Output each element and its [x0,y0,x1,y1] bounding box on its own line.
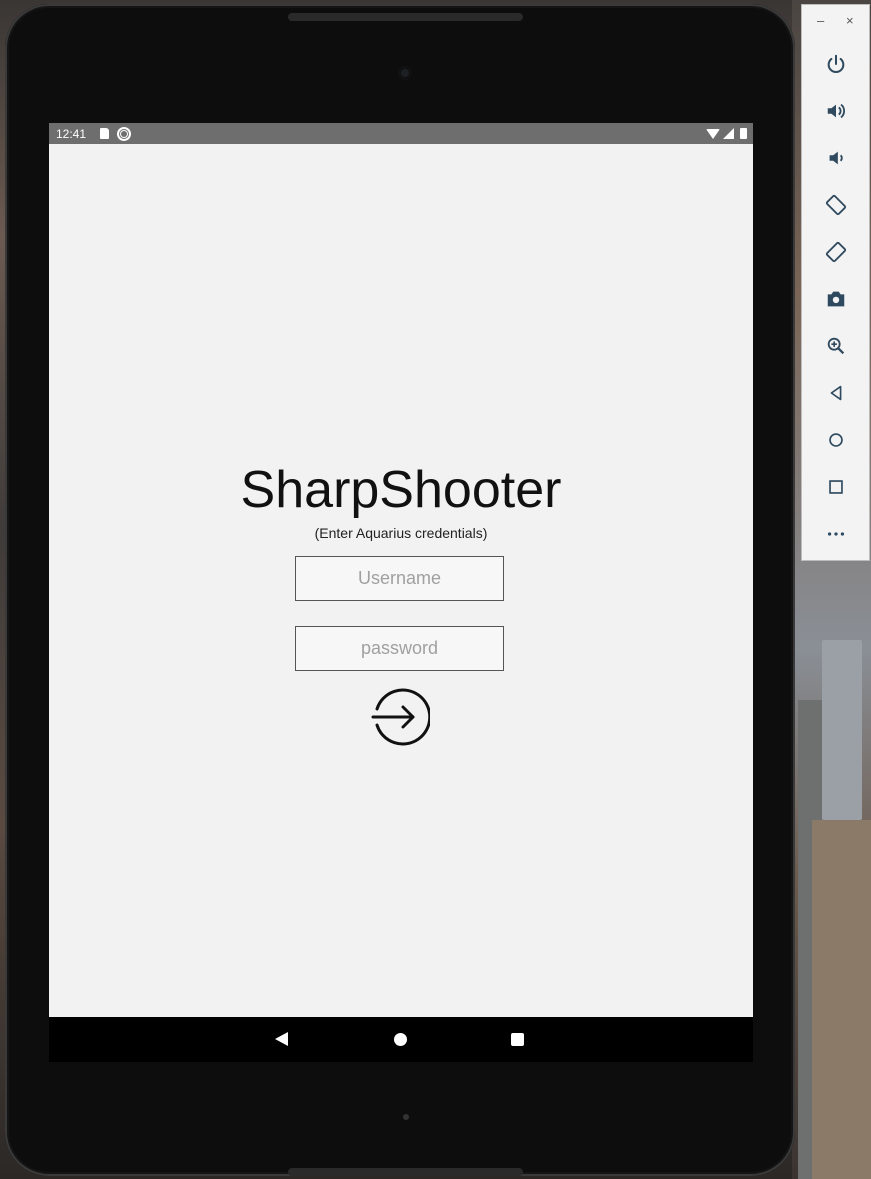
home-icon[interactable] [394,1033,407,1046]
sync-icon [117,126,132,141]
status-time: 12:41 [56,126,87,141]
device-screen: 12:41 SharpShooter (Enter Aquarius crede… [49,123,753,1062]
login-arrow-icon [371,688,432,746]
background-building [822,640,862,820]
status-bar: 12:41 [49,123,753,144]
front-camera [398,66,412,80]
password-field[interactable] [295,626,504,671]
speaker-slot [288,1168,523,1176]
zoom-icon[interactable] [824,334,848,358]
status-icons [706,128,747,139]
emulator-toolbar: – × [801,4,870,561]
cell-signal-icon [723,128,734,139]
app-subtitle: (Enter Aquarius credentials) [314,525,488,541]
recents-icon[interactable] [511,1033,524,1046]
sensor-dot [403,1114,409,1120]
minimize-button[interactable]: – [817,13,824,28]
home-icon[interactable] [824,428,848,452]
volume-down-icon[interactable] [824,146,848,170]
close-button[interactable]: × [846,13,854,28]
back-icon[interactable] [275,1032,288,1046]
rotate-right-icon[interactable] [824,240,848,264]
login-button[interactable] [370,687,432,747]
volume-up-icon[interactable] [824,99,848,123]
background-building [812,820,871,1179]
login-screen: SharpShooter (Enter Aquarius credentials… [49,144,753,1017]
more-icon[interactable] [824,522,848,546]
sd-card-icon [100,128,110,139]
power-icon[interactable] [824,52,848,76]
username-field[interactable] [295,556,504,601]
speaker-slot [288,13,523,21]
wifi-icon [706,128,720,139]
navigation-bar [49,1017,753,1062]
app-title: SharpShooter [240,461,562,519]
back-icon[interactable] [824,381,848,405]
rotate-left-icon[interactable] [824,193,848,217]
camera-icon[interactable] [824,287,848,311]
overview-icon[interactable] [824,475,848,499]
battery-icon [740,128,747,139]
